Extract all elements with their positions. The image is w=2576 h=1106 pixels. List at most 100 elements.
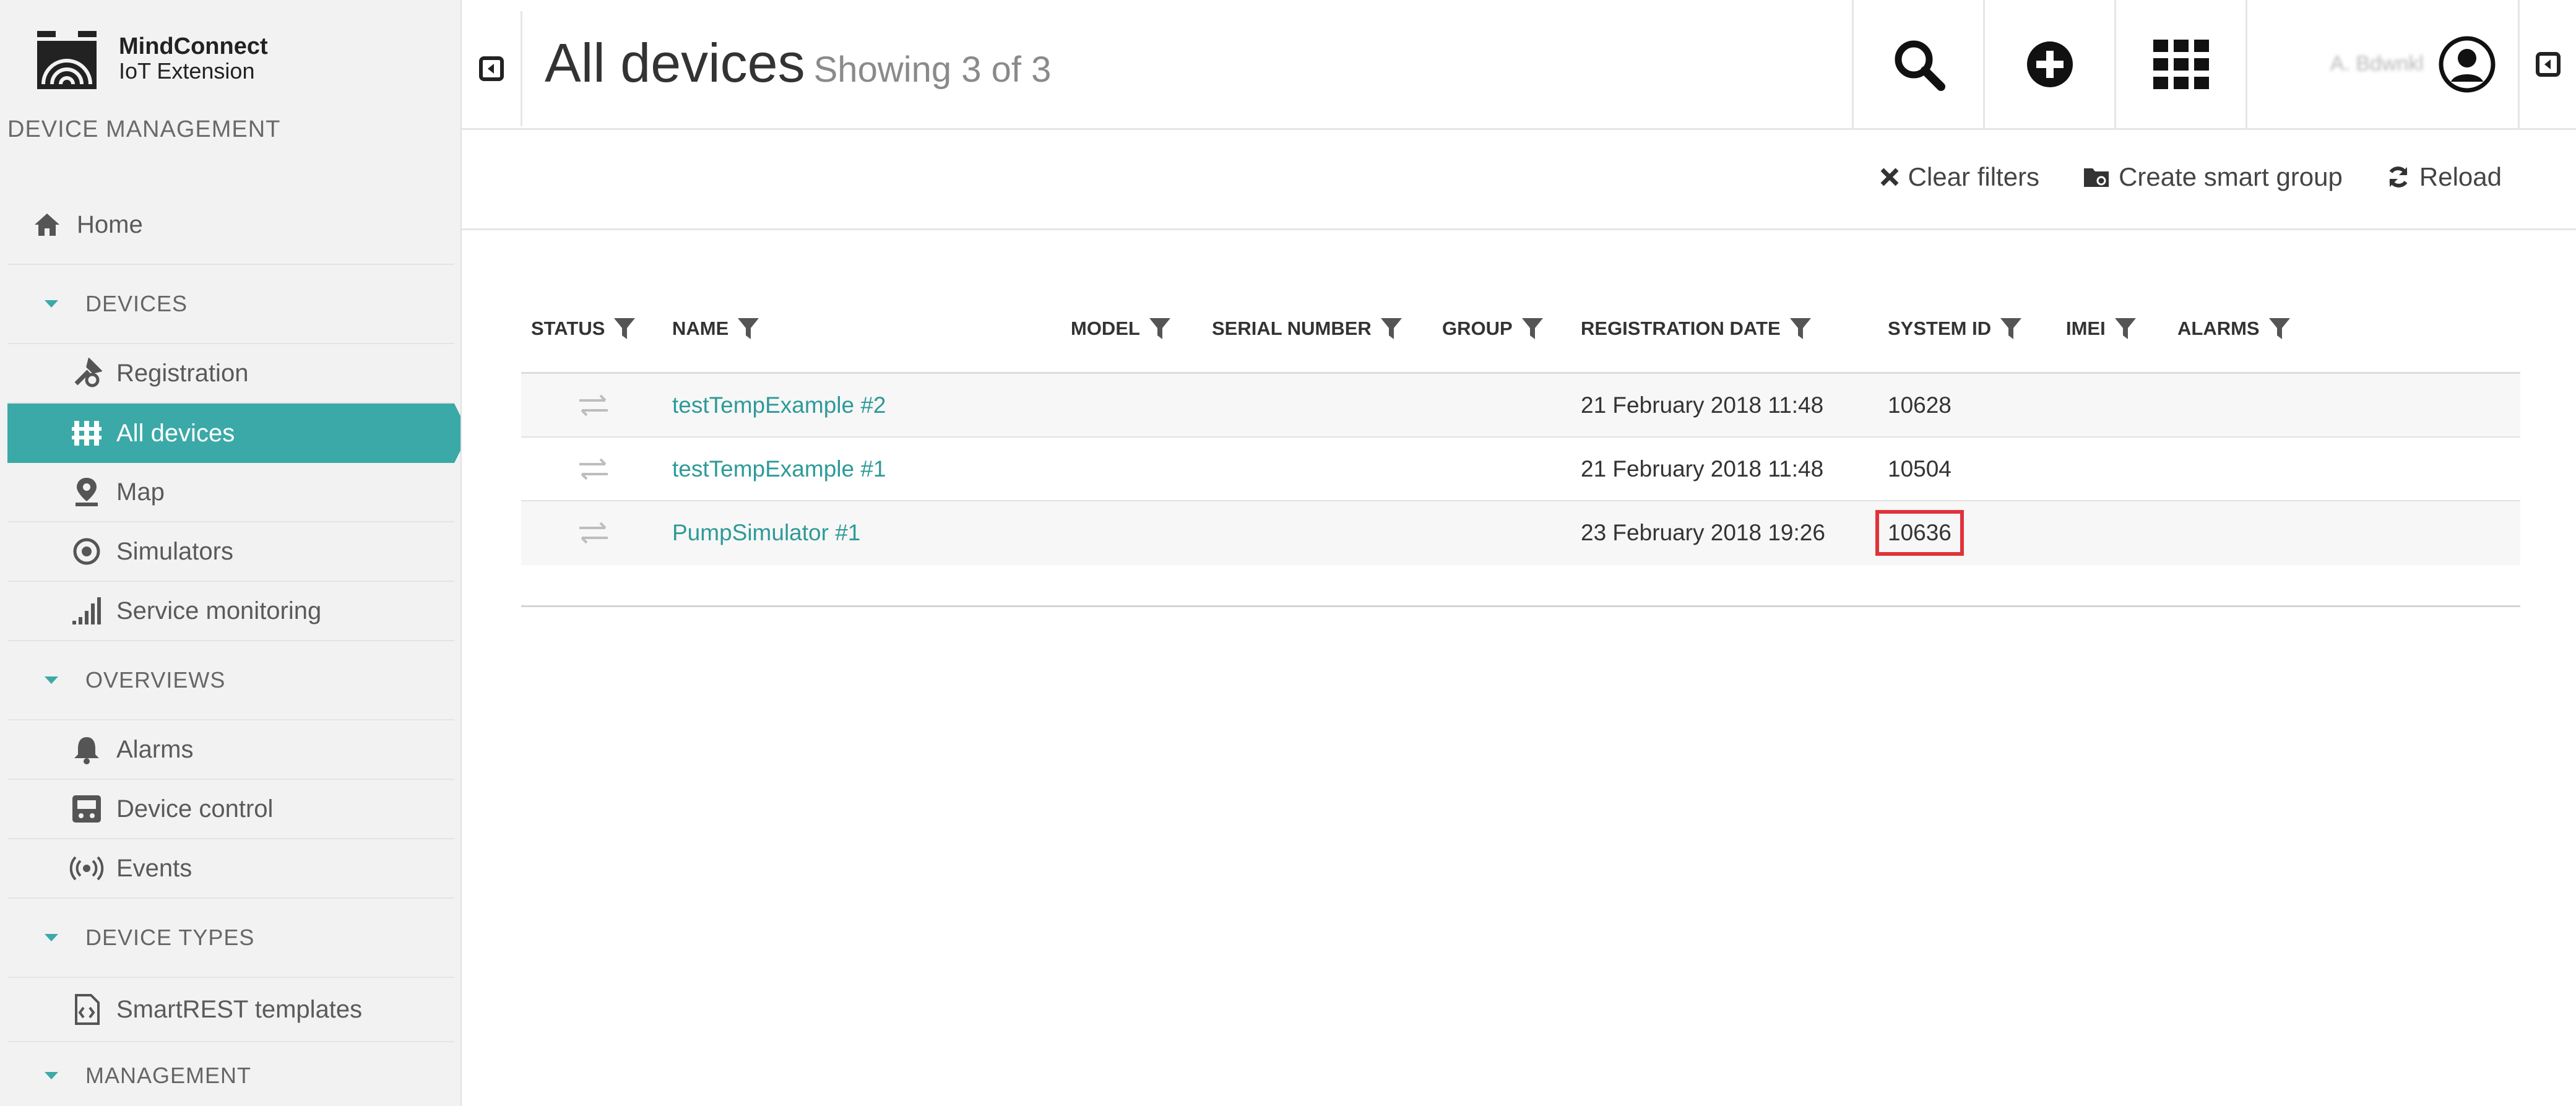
device-name-cell[interactable]: PumpSimulator #1 (672, 501, 860, 564)
sidebar-item-registration[interactable]: Registration (7, 344, 454, 404)
sidebar-item-device-control[interactable]: Device control (7, 780, 454, 839)
sidebar-item-smartrest-templates[interactable]: SmartREST templates (7, 978, 454, 1042)
sidebar-section-management[interactable]: MANAGEMENT (7, 1042, 454, 1106)
column-label: SYSTEM ID (1888, 318, 1992, 339)
status-cell[interactable] (572, 501, 615, 564)
sidebar-item-label: Service monitoring (116, 597, 322, 624)
user-menu-button[interactable]: A. Bdwnkl (2245, 0, 2518, 128)
table-row[interactable]: PumpSimulator #1 23 February 2018 19:26 … (521, 501, 2520, 565)
devices-icon (69, 416, 104, 451)
sidebar-item-service-monitoring[interactable]: Service monitoring (7, 582, 454, 641)
sidebar-item-label: Home (77, 210, 143, 238)
sidebar-item-label: SmartREST templates (116, 995, 363, 1023)
filter-icon[interactable] (1149, 317, 1171, 340)
filter-icon[interactable] (2114, 317, 2137, 340)
device-name-link[interactable]: testTempExample #1 (672, 456, 886, 482)
brand-name: MindConnect (119, 33, 268, 59)
column-header-name[interactable]: NAME (672, 317, 759, 340)
column-label: ALARMS (2177, 318, 2260, 339)
bell-icon (69, 732, 104, 767)
create-smart-group-button[interactable]: Create smart group (2083, 162, 2343, 192)
filter-icon[interactable] (1380, 317, 1403, 340)
sidebar: MindConnect IoT Extension DEVICE MANAGEM… (0, 0, 462, 1106)
column-header-system-id[interactable]: SYSTEM ID (1888, 317, 2022, 340)
brand-subtitle: IoT Extension (119, 58, 255, 84)
filter-icon[interactable] (2000, 317, 2022, 340)
column-label: STATUS (531, 318, 605, 339)
app-logo[interactable]: MindConnect IoT Extension (0, 0, 460, 93)
table-footer-divider (521, 565, 2520, 607)
status-cell[interactable] (572, 438, 615, 500)
filter-icon[interactable] (613, 317, 636, 340)
filter-icon[interactable] (2268, 317, 2291, 340)
app-grid-icon (2153, 39, 2209, 89)
sidebar-section-label: OVERVIEWS (85, 667, 226, 693)
column-label: NAME (672, 318, 729, 339)
add-button[interactable] (1983, 0, 2114, 128)
user-icon (2439, 36, 2496, 92)
highlighted-system-id: 10636 (1875, 509, 1964, 556)
code-file-icon (69, 992, 104, 1027)
status-cell[interactable] (572, 374, 615, 436)
header-actions: A. Bdwnkl (1852, 0, 2576, 128)
sidebar-section-overviews[interactable]: OVERVIEWS (7, 641, 454, 720)
registration-date-cell: 23 February 2018 19:26 (1581, 519, 1825, 545)
filter-icon[interactable] (1521, 317, 1544, 340)
devices-table: STATUS NAME MODEL SERIAL NUMBER GROUP RE… (521, 285, 2520, 607)
system-id-cell: 10636 (1875, 501, 1964, 564)
device-name-cell[interactable]: testTempExample #2 (672, 374, 886, 436)
sidebar-item-home[interactable]: Home (7, 186, 454, 265)
sidebar-item-label: Alarms (116, 735, 194, 763)
app-section-title: DEVICE MANAGEMENT (7, 116, 281, 142)
system-id-cell: 10628 (1888, 392, 1951, 418)
sidebar-item-label: All devices (116, 419, 235, 447)
table-row[interactable]: testTempExample #2 21 February 2018 11:4… (521, 374, 2520, 438)
sidebar-item-map[interactable]: Map (7, 463, 454, 522)
connection-status-icon (579, 522, 608, 543)
filter-icon[interactable] (1789, 317, 1812, 340)
reload-button[interactable]: Reload (2386, 162, 2502, 192)
caret-down-icon (45, 676, 58, 684)
toolbar-actions: Clear filters Create smart group Reload (1836, 162, 2502, 192)
device-name-cell[interactable]: testTempExample #1 (672, 438, 886, 500)
column-label: REGISTRATION DATE (1581, 318, 1781, 339)
column-header-serial-number[interactable]: SERIAL NUMBER (1212, 317, 1403, 340)
header: All devices Showing 3 of 3 A. Bdwnkl (462, 0, 2576, 130)
caret-down-icon (45, 300, 58, 308)
column-header-model[interactable]: MODEL (1071, 317, 1171, 340)
collapse-right-panel-button[interactable] (2518, 0, 2576, 128)
sidebar-item-events[interactable]: Events (7, 839, 454, 899)
table-row[interactable]: testTempExample #1 21 February 2018 11:4… (521, 438, 2520, 501)
column-header-imei[interactable]: IMEI (2066, 317, 2137, 340)
column-header-registration-date[interactable]: REGISTRATION DATE (1581, 317, 1812, 340)
sidebar-item-all-devices[interactable]: All devices (7, 404, 460, 463)
app-root: MindConnect IoT Extension DEVICE MANAGEM… (0, 0, 2576, 1106)
page-title: All devices Showing 3 of 3 (545, 32, 1051, 101)
sidebar-section-devices[interactable]: DEVICES (7, 265, 454, 344)
app-switcher-button[interactable] (2114, 0, 2245, 128)
collapse-left-icon (478, 56, 504, 81)
column-header-alarms[interactable]: ALARMS (2177, 317, 2291, 340)
filter-icon[interactable] (737, 317, 759, 340)
column-header-group[interactable]: GROUP (1442, 317, 1544, 340)
sidebar-item-simulators[interactable]: Simulators (7, 522, 454, 582)
clear-filters-button[interactable]: Clear filters (1880, 162, 2039, 192)
collapse-sidebar-button[interactable] (462, 11, 522, 126)
system-id-cell: 10504 (1888, 456, 1951, 482)
connection-status-icon (579, 394, 608, 416)
sidebar-item-alarms[interactable]: Alarms (7, 720, 454, 780)
broadcast-icon (69, 851, 104, 886)
search-button[interactable] (1852, 0, 1983, 128)
sidebar-item-label: Map (116, 478, 165, 506)
caret-down-icon (45, 1072, 58, 1079)
device-name-link[interactable]: testTempExample #2 (672, 392, 886, 418)
sidebar-section-device-types[interactable]: DEVICE TYPES (7, 899, 454, 978)
page-title-text: All devices (545, 32, 805, 93)
collapse-right-icon (2535, 51, 2561, 77)
map-pin-icon (69, 475, 104, 509)
sidebar-item-label: Simulators (116, 537, 233, 565)
reload-icon (2389, 166, 2408, 188)
column-header-status[interactable]: STATUS (531, 317, 636, 340)
signal-bars-icon (69, 594, 104, 628)
device-name-link[interactable]: PumpSimulator #1 (672, 520, 860, 546)
